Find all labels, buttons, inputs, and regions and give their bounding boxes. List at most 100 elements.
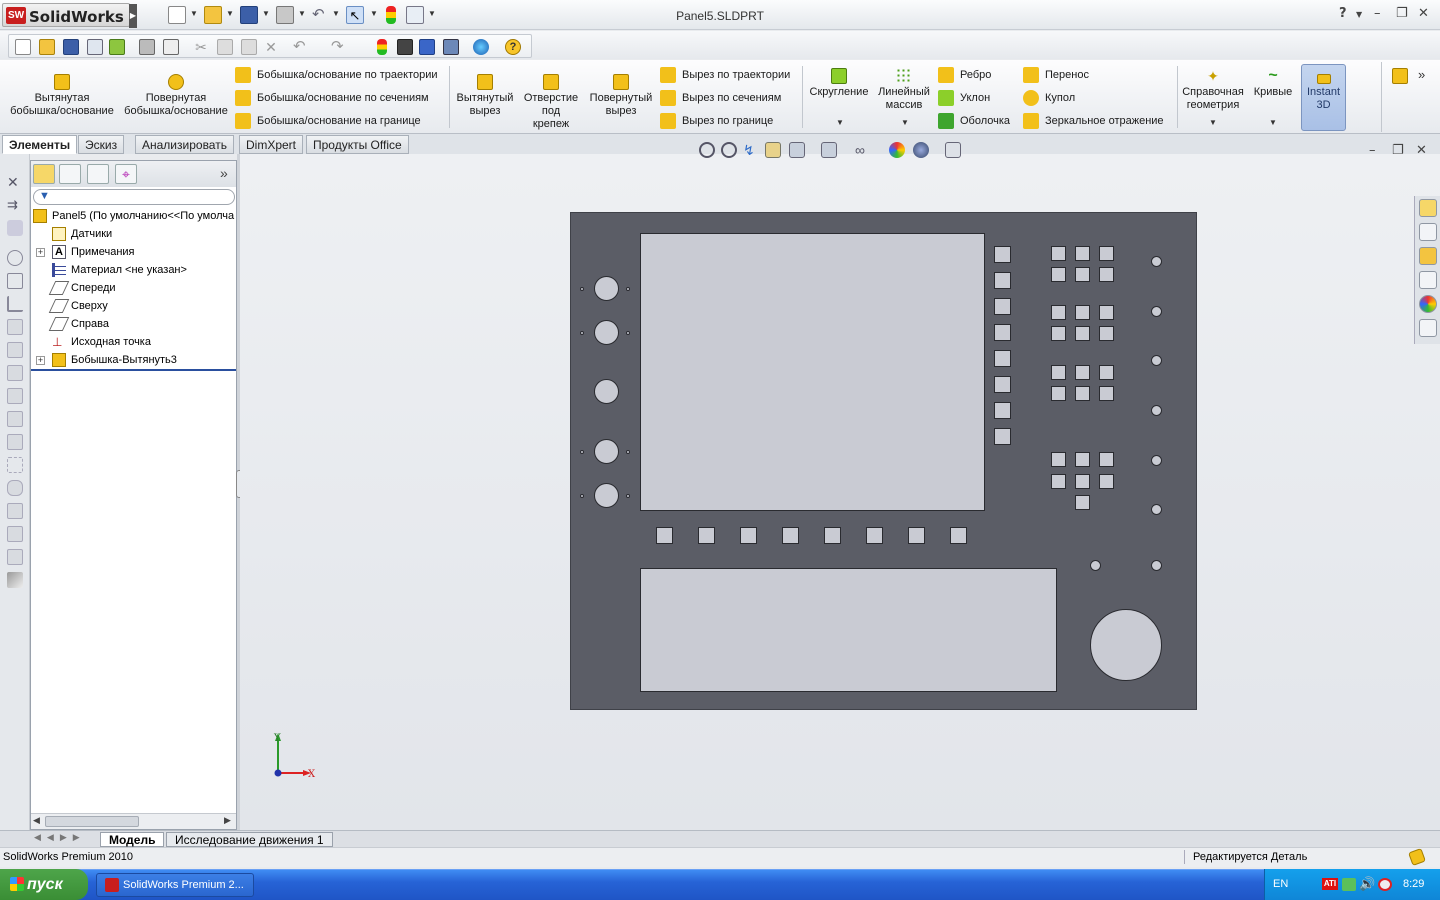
tool-icon[interactable] [7, 365, 23, 381]
tab-scroll-icon[interactable]: ◀◀▶▶ [34, 832, 86, 843]
boundary-boss-button[interactable]: Бобышка/основание на границе [235, 111, 421, 131]
reference-geometry-button[interactable]: ✦ Справочная геометрия [1180, 68, 1246, 112]
options-icon[interactable] [443, 39, 459, 55]
tab-sketch[interactable]: Эскиз [78, 135, 125, 154]
solidworks-resources-icon[interactable] [1419, 199, 1437, 217]
ati-tray-icon[interactable]: ATI [1322, 878, 1338, 890]
copy-icon[interactable] [217, 39, 233, 55]
tool-icon[interactable] [7, 220, 23, 236]
tree-root-part[interactable]: Panel5 (По умолчанию<<По умолча [33, 207, 234, 225]
hide-show-items-icon[interactable]: ∞ [855, 142, 871, 158]
swept-cut-button[interactable]: Вырез по траектории [660, 65, 790, 85]
apply-scene-icon[interactable] [913, 142, 929, 158]
tree-item-material[interactable]: Материал <не указан> [52, 261, 187, 279]
horizontal-scrollbar[interactable]: ◀ ▶ [31, 813, 236, 829]
quick-tips-icon[interactable] [1408, 848, 1426, 866]
help-icon[interactable]: ? [505, 39, 521, 55]
wrap-button[interactable]: Перенос [1023, 65, 1089, 85]
tool-icon[interactable] [7, 526, 23, 542]
tree-item-origin[interactable]: ⊥ Исходная точка [52, 333, 151, 351]
tree-filter-input[interactable]: ▼ [33, 189, 235, 205]
volume-tray-icon[interactable]: 🔊 [1359, 876, 1375, 892]
new-document-icon[interactable] [15, 39, 31, 55]
more-commands-icon[interactable]: » [1418, 67, 1425, 82]
panel-part-model[interactable] [570, 212, 1197, 710]
expand-toggle-icon[interactable]: + [36, 248, 45, 257]
revolved-boss-button[interactable]: Повернутая бобышка/основание [122, 74, 230, 118]
dimxpert-manager-tab-icon[interactable]: ⌖ [115, 164, 137, 184]
tab-dimxpert[interactable]: DimXpert [239, 135, 304, 154]
print-icon[interactable] [139, 39, 155, 55]
tool-icon[interactable] [7, 503, 23, 519]
configuration-manager-tab-icon[interactable] [87, 164, 109, 184]
revolved-cut-button[interactable]: Повернутый вырез [586, 74, 656, 118]
tool-icon[interactable] [7, 480, 23, 496]
rect-tool-icon[interactable] [7, 273, 23, 289]
tool-icon[interactable] [7, 434, 23, 450]
smart-dimension-icon[interactable]: ✕ [7, 174, 23, 190]
tool-icon[interactable] [7, 457, 23, 473]
zoom-to-area-icon[interactable] [721, 142, 737, 158]
cut-icon[interactable]: ✂ [193, 39, 209, 55]
appearances-scenes-icon[interactable] [1419, 295, 1437, 313]
tab-features[interactable]: Элементы [2, 135, 78, 154]
chevron-down-icon[interactable]: ▼ [901, 118, 909, 127]
delete-icon[interactable]: ✕ [263, 39, 279, 55]
language-indicator[interactable]: EN [1273, 878, 1288, 890]
dome-button[interactable]: Купол [1023, 88, 1075, 108]
restore-document-icon[interactable]: ❐ [1392, 143, 1404, 158]
file-explorer-icon[interactable] [1419, 247, 1437, 265]
rib-button[interactable]: Ребро [938, 65, 991, 85]
view-palette-icon[interactable] [1419, 271, 1437, 289]
section-view-icon[interactable] [765, 142, 781, 158]
relation-icon[interactable]: ⇉ [7, 197, 23, 213]
rebuild-traffic-light-icon[interactable] [377, 39, 387, 55]
chevron-down-icon[interactable]: ▼ [836, 118, 844, 127]
curves-button[interactable]: ~ Кривые [1248, 68, 1298, 99]
file-properties-icon[interactable] [419, 39, 435, 55]
tool-icon[interactable] [7, 572, 23, 588]
tool-icon[interactable] [7, 388, 23, 404]
mirror-button[interactable]: Зеркальное отражение [1023, 111, 1164, 131]
help-icon[interactable]: ? [1339, 6, 1347, 21]
tree-item-right-plane[interactable]: Справа [48, 315, 109, 333]
view-settings-icon[interactable] [945, 142, 961, 158]
expand-pane-icon[interactable]: » [220, 165, 228, 181]
design-library-icon[interactable] [1419, 223, 1437, 241]
hole-wizard-button[interactable]: Отверстие под крепеж [520, 74, 582, 131]
close-document-icon[interactable]: ✕ [1416, 143, 1427, 158]
tree-item-annotations[interactable]: A Примечания [52, 243, 135, 261]
undo-icon[interactable]: ↶ [293, 39, 309, 55]
extruded-boss-button[interactable]: Вытянутая бобышка/основание [8, 74, 116, 118]
tool-icon[interactable] [7, 411, 23, 427]
scroll-thumb[interactable] [45, 816, 139, 827]
display-style-icon[interactable] [821, 142, 837, 158]
restore-window-icon[interactable]: ❐ [1396, 6, 1408, 21]
instant-3d-button[interactable]: Instant 3D [1301, 64, 1346, 131]
tool-icon[interactable] [7, 549, 23, 565]
expand-toggle-icon[interactable]: + [36, 356, 45, 365]
minimize-window-icon[interactable]: – [1374, 6, 1381, 21]
custom-properties-icon[interactable] [1419, 319, 1437, 337]
security-tray-icon[interactable] [1378, 878, 1392, 891]
open-folder-icon[interactable] [39, 39, 55, 55]
chevron-down-icon[interactable]: ▼ [1356, 10, 1362, 19]
swept-boss-button[interactable]: Бобышка/основание по траектории [235, 65, 438, 85]
make-drawing-icon[interactable] [87, 39, 103, 55]
quick-tools-icon[interactable] [1392, 68, 1408, 84]
boundary-cut-button[interactable]: Вырез по границе [660, 111, 773, 131]
chevron-down-icon[interactable]: ▼ [1269, 118, 1277, 127]
fillet-button[interactable]: Скругление [806, 68, 872, 99]
lofted-boss-button[interactable]: Бобышка/основание по сечениям [235, 88, 429, 108]
linear-pattern-button[interactable]: Линейный массив [874, 68, 934, 112]
tree-item-boss-extrude3[interactable]: Бобышка-Вытянуть3 [52, 351, 177, 369]
draft-button[interactable]: Уклон [938, 88, 990, 108]
tab-evaluate[interactable]: Анализировать [135, 135, 234, 154]
save-icon[interactable] [63, 39, 79, 55]
close-window-icon[interactable]: ✕ [1418, 6, 1429, 21]
web-globe-icon[interactable] [473, 39, 489, 55]
network-tray-icon[interactable] [1342, 878, 1356, 891]
paste-icon[interactable] [241, 39, 257, 55]
scroll-left-icon[interactable]: ◀ [33, 815, 40, 826]
circle-tool-icon[interactable] [7, 250, 23, 266]
